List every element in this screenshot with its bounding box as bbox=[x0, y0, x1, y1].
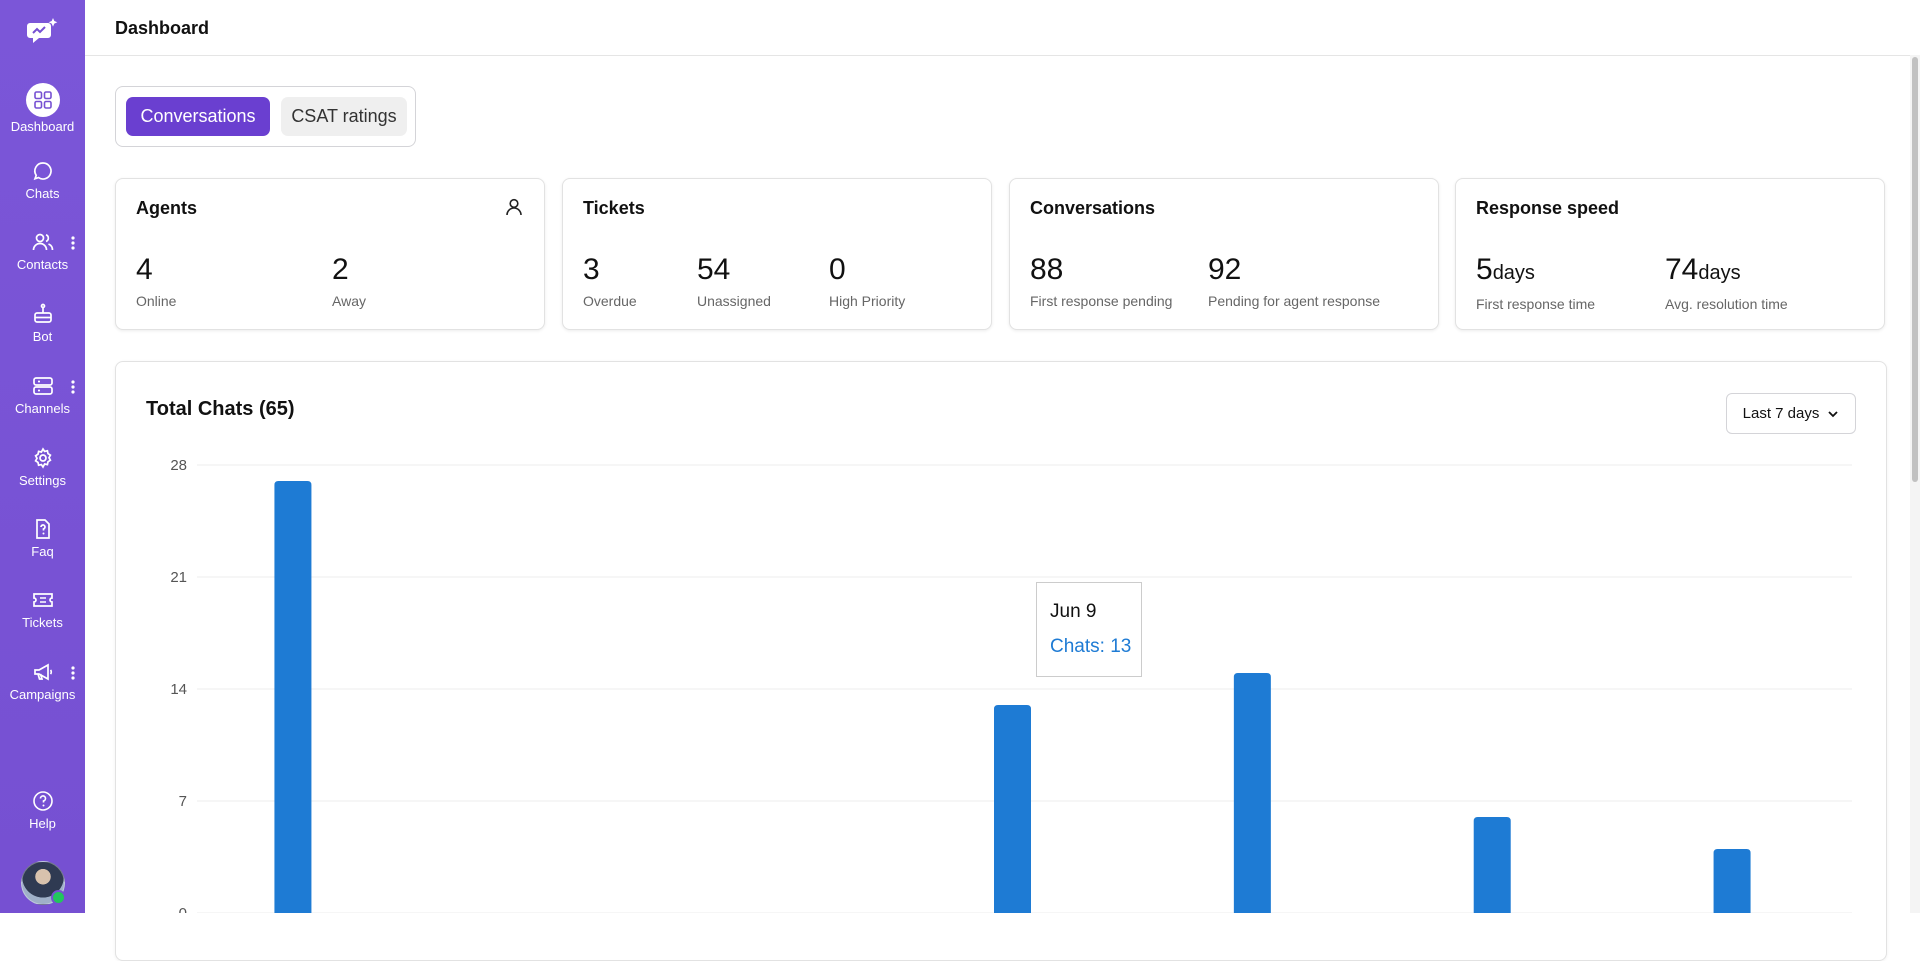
y-tick-label: 0 bbox=[179, 905, 187, 913]
chart-tooltip: Jun 9 Chats: 13 bbox=[1036, 582, 1142, 677]
y-tick-label: 21 bbox=[170, 569, 187, 586]
chart-bar[interactable] bbox=[1473, 817, 1511, 913]
chart-bar[interactable] bbox=[1713, 849, 1751, 913]
y-tick-label: 7 bbox=[179, 793, 187, 810]
chart-bar[interactable] bbox=[994, 705, 1031, 913]
scrollbar-thumb[interactable] bbox=[1912, 57, 1918, 482]
chart-bar[interactable] bbox=[274, 481, 312, 913]
tooltip-value: Chats: 13 bbox=[1050, 636, 1132, 657]
chart-bar[interactable] bbox=[1233, 673, 1271, 913]
total-chats-chart: 0 7 14 21 28 bbox=[170, 457, 1852, 913]
y-tick-label: 28 bbox=[170, 457, 187, 474]
y-tick-label: 14 bbox=[170, 681, 187, 698]
tooltip-date: Jun 9 bbox=[1050, 601, 1097, 622]
